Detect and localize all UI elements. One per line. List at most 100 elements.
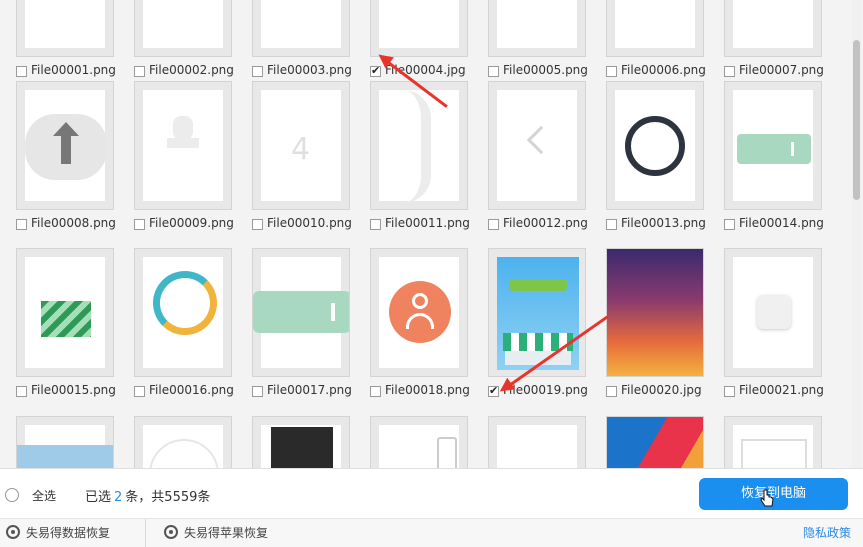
file-name: File00012.png	[503, 216, 588, 230]
file-checkbox[interactable]	[252, 386, 263, 397]
select-all-label[interactable]: 全选	[32, 487, 56, 504]
file-thumbnail[interactable]	[252, 0, 350, 57]
file-thumbnail[interactable]	[606, 81, 704, 210]
footer: 失易得数据恢复 失易得苹果恢复 隐私政策	[0, 518, 863, 547]
file-thumbnail[interactable]	[724, 0, 822, 57]
hand-cursor-icon	[760, 489, 774, 507]
file-tile[interactable]: File00019.png	[488, 248, 588, 398]
file-checkbox[interactable]	[724, 219, 735, 230]
file-thumbnail[interactable]	[488, 248, 586, 377]
file-thumbnail[interactable]: 4	[252, 81, 350, 210]
file-tile[interactable]: File00012.png	[488, 81, 588, 231]
file-tile[interactable]: File00014.png	[724, 81, 824, 231]
file-checkbox[interactable]	[370, 219, 381, 230]
file-thumbnail[interactable]	[370, 416, 468, 468]
file-checkbox[interactable]	[134, 386, 145, 397]
file-checkbox[interactable]	[606, 386, 617, 397]
file-tile[interactable]: File00002.png	[134, 0, 234, 78]
file-tile[interactable]	[370, 416, 470, 468]
file-tile[interactable]: File00021.png	[724, 248, 824, 398]
file-thumbnail[interactable]	[252, 248, 350, 377]
file-name: File00017.png	[267, 383, 352, 397]
file-thumbnail[interactable]	[488, 0, 586, 57]
file-tile[interactable]: File00008.png	[16, 81, 116, 231]
file-checkbox[interactable]	[724, 66, 735, 77]
file-checkbox[interactable]	[488, 219, 499, 230]
file-tile[interactable]: File00005.png	[488, 0, 588, 78]
file-tile[interactable]	[134, 416, 234, 468]
file-checkbox[interactable]	[252, 66, 263, 77]
file-tile[interactable]	[252, 416, 352, 468]
file-checkbox[interactable]	[16, 386, 27, 397]
file-thumbnail[interactable]	[16, 0, 114, 57]
file-thumbnail[interactable]	[370, 0, 468, 57]
file-thumbnail[interactable]	[16, 81, 114, 210]
file-thumbnail[interactable]	[488, 416, 586, 468]
thumbnail-image	[607, 249, 703, 376]
thumbnail-image	[143, 257, 223, 368]
file-tile[interactable]: File00017.png	[252, 248, 352, 398]
file-thumbnail[interactable]	[370, 248, 468, 377]
file-name: File00019.png	[503, 383, 588, 397]
thumbnail-image	[733, 0, 813, 48]
file-thumbnail[interactable]	[488, 81, 586, 210]
file-thumbnail[interactable]	[370, 81, 468, 210]
file-tile[interactable]: File00007.png	[724, 0, 824, 78]
file-checkbox[interactable]	[606, 219, 617, 230]
selected-prefix: 已选	[85, 490, 112, 505]
file-tile[interactable]: File00011.png	[370, 81, 470, 231]
file-tile[interactable]: File00016.png	[134, 248, 234, 398]
file-tile[interactable]: File00015.png	[16, 248, 116, 398]
file-checkbox[interactable]	[488, 66, 499, 77]
file-thumbnail[interactable]	[606, 0, 704, 57]
file-thumbnail[interactable]	[606, 248, 704, 377]
file-thumbnail[interactable]	[134, 81, 232, 210]
selection-bar: 全选 已选 2 条，共5559条 恢复到电脑	[0, 468, 863, 518]
file-name: File00015.png	[31, 383, 116, 397]
file-checkbox[interactable]	[370, 64, 381, 77]
data-recovery-link[interactable]: 失易得数据恢复	[6, 519, 110, 547]
scrollbar[interactable]	[852, 0, 861, 468]
thumbnail-image	[615, 0, 695, 48]
file-thumbnail[interactable]	[724, 81, 822, 210]
file-tile[interactable]: File00018.png	[370, 248, 470, 398]
file-tile[interactable]: File00006.png	[606, 0, 706, 78]
file-thumbnail[interactable]	[724, 248, 822, 377]
file-name: File00010.png	[267, 216, 352, 230]
file-tile[interactable]	[724, 416, 824, 468]
file-thumbnail[interactable]	[134, 416, 232, 468]
file-thumbnail[interactable]	[16, 416, 114, 468]
apple-recovery-link[interactable]: 失易得苹果恢复	[164, 519, 268, 547]
app-window: File00001.png File00002.png File00003.png F…	[0, 0, 863, 547]
file-checkbox[interactable]	[16, 219, 27, 230]
select-all-radio[interactable]	[5, 488, 19, 502]
file-tile[interactable]: File00003.png	[252, 0, 352, 78]
file-checkbox[interactable]	[134, 219, 145, 230]
scrollbar-thumb[interactable]	[853, 40, 860, 200]
file-checkbox[interactable]	[16, 66, 27, 77]
file-thumbnail[interactable]	[252, 416, 350, 468]
file-thumbnail[interactable]	[606, 416, 704, 468]
file-checkbox[interactable]	[370, 386, 381, 397]
file-name: File00021.png	[739, 383, 824, 397]
privacy-policy-link[interactable]: 隐私政策	[803, 519, 851, 547]
file-tile[interactable]	[16, 416, 116, 468]
file-tile[interactable]	[606, 416, 706, 468]
file-thumbnail[interactable]	[134, 0, 232, 57]
file-tile[interactable]: File00001.png	[16, 0, 116, 78]
file-tile[interactable]	[488, 416, 588, 468]
selected-count: 2	[114, 490, 123, 505]
file-tile[interactable]: File00009.png	[134, 81, 234, 231]
file-checkbox[interactable]	[134, 66, 145, 77]
file-tile[interactable]: File00013.png	[606, 81, 706, 231]
file-checkbox[interactable]	[252, 219, 263, 230]
file-thumbnail[interactable]	[724, 416, 822, 468]
file-checkbox[interactable]	[606, 66, 617, 77]
file-thumbnail[interactable]	[134, 248, 232, 377]
thumbnail-image	[25, 0, 105, 48]
file-thumbnail[interactable]	[16, 248, 114, 377]
file-checkbox[interactable]	[724, 386, 735, 397]
file-tile[interactable]: 4 File00010.png	[252, 81, 352, 231]
file-tile[interactable]: File00020.jpg	[606, 248, 706, 398]
thumbnail-image	[379, 90, 459, 203]
